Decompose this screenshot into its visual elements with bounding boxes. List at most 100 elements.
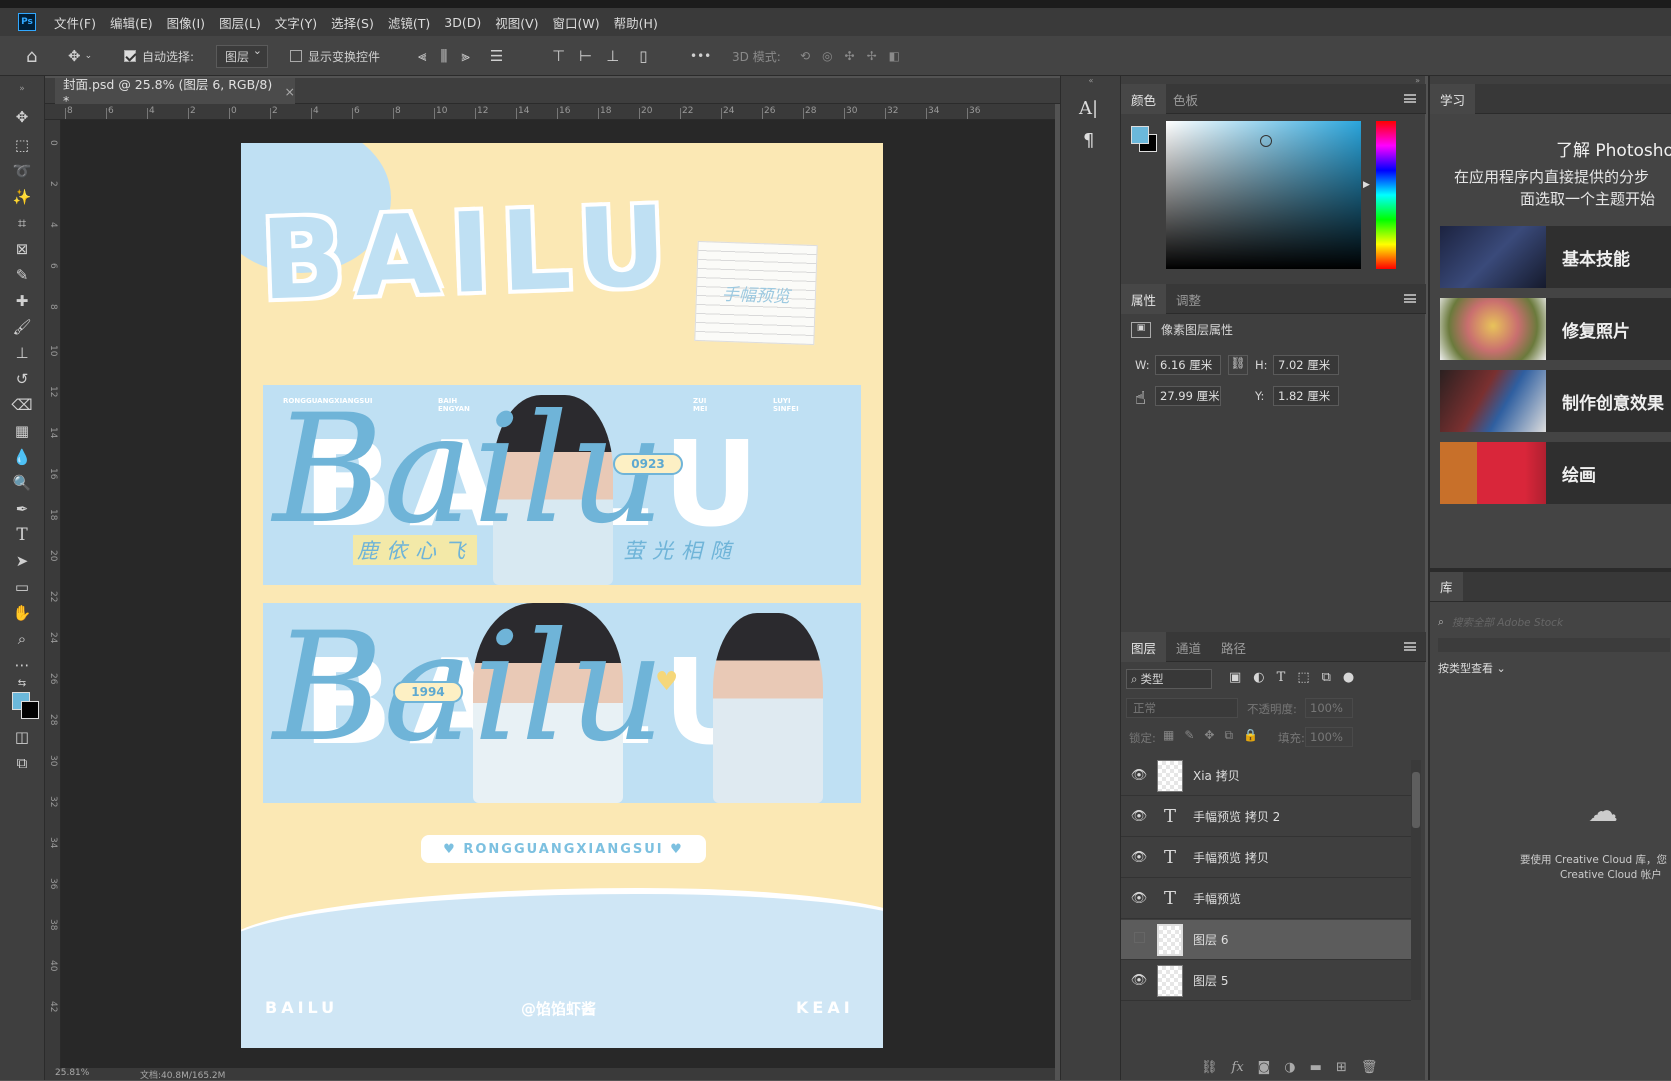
- paragraph-panel-icon[interactable]: ¶: [1083, 130, 1094, 151]
- learn-card-basic-skills[interactable]: 基本技能: [1440, 226, 1671, 288]
- move-tool-icon[interactable]: ✥ ⌄: [68, 36, 92, 76]
- brush-tool-icon[interactable]: 🖌: [9, 316, 35, 338]
- layers-scrollbar[interactable]: [1411, 760, 1421, 1000]
- gradient-tool-icon[interactable]: ▦: [9, 420, 35, 442]
- eye-icon[interactable]: 👁: [1121, 973, 1157, 988]
- library-selector[interactable]: [1438, 638, 1670, 652]
- quick-mask-icon[interactable]: ◫: [9, 726, 35, 748]
- 3d-pan-icon[interactable]: ✣: [845, 49, 855, 63]
- background-color-swatch[interactable]: [21, 701, 39, 719]
- filter-smart-object-icon[interactable]: ⧉: [1322, 670, 1331, 685]
- stamp-tool-icon[interactable]: ⊥: [9, 342, 35, 364]
- lock-transparent-icon[interactable]: ▦: [1163, 728, 1174, 743]
- home-icon[interactable]: ⌂: [26, 36, 37, 76]
- library-search-field[interactable]: ⌕ 搜索全部 Adobe Stock: [1438, 612, 1670, 632]
- menu-window[interactable]: 窗口(W): [553, 13, 600, 32]
- path-selection-tool-icon[interactable]: ➤: [9, 550, 35, 572]
- swap-colors-icon[interactable]: ⇆: [9, 672, 35, 694]
- lock-image-icon[interactable]: ✎: [1184, 728, 1194, 743]
- menu-select[interactable]: 选择(S): [331, 13, 374, 32]
- eye-icon[interactable]: 👁: [1121, 891, 1157, 906]
- x-position-field[interactable]: 27.99 厘米: [1155, 386, 1221, 406]
- new-layer-icon[interactable]: ⊞: [1336, 1060, 1347, 1075]
- crop-tool-icon[interactable]: ⌗: [9, 212, 35, 234]
- zoom-level[interactable]: 25.81%: [55, 1068, 89, 1078]
- pen-tool-icon[interactable]: ✒: [9, 498, 35, 520]
- dodge-tool-icon[interactable]: 🔍: [9, 472, 35, 494]
- document-size[interactable]: 文档:40.8M/165.2M: [140, 1068, 225, 1081]
- layer-style-icon[interactable]: fx: [1232, 1060, 1244, 1075]
- learn-card-fix-photo[interactable]: 修复照片: [1440, 298, 1671, 360]
- eyedropper-tool-icon[interactable]: ✎: [9, 264, 35, 286]
- tab-properties[interactable]: 属性: [1121, 284, 1167, 314]
- menu-image[interactable]: 图像(I): [167, 13, 205, 32]
- auto-select-checkbox[interactable]: 自动选择:: [124, 36, 194, 76]
- history-brush-tool-icon[interactable]: ↺: [9, 368, 35, 390]
- layer-filter-dropdown[interactable]: ⌕ 类型: [1126, 669, 1212, 689]
- tab-paths[interactable]: 路径: [1221, 632, 1246, 662]
- eye-icon[interactable]: 👁: [1121, 809, 1157, 824]
- filter-pixel-icon[interactable]: ▣: [1229, 670, 1241, 685]
- new-group-icon[interactable]: ▬: [1310, 1060, 1322, 1075]
- magic-wand-tool-icon[interactable]: ✨: [9, 186, 35, 208]
- menu-edit[interactable]: 编辑(E): [110, 13, 153, 32]
- layers-scroll-thumb[interactable]: [1412, 772, 1420, 828]
- collapse-dock-icon[interactable]: «: [1061, 76, 1121, 86]
- align-vcenter-icon[interactable]: ⊢: [579, 47, 592, 65]
- width-field[interactable]: 6.16 厘米: [1155, 355, 1221, 375]
- layer-row[interactable]: 👁 T 手幅预览: [1121, 879, 1411, 919]
- filter-type-icon[interactable]: T: [1277, 670, 1286, 685]
- character-panel-icon[interactable]: A|: [1079, 98, 1098, 119]
- 3d-slide-icon[interactable]: ✢: [867, 49, 877, 63]
- menu-layer[interactable]: 图层(L): [219, 13, 261, 32]
- blur-tool-icon[interactable]: 💧: [9, 446, 35, 468]
- document-tab[interactable]: 封面.psd @ 25.8% (图层 6, RGB/8) * ×: [55, 77, 295, 108]
- document-canvas[interactable]: BAILU 手幅预览 RONGGUANGXIANGSUI BAIH ENGYAN…: [241, 143, 883, 1048]
- close-tab-icon[interactable]: ×: [285, 84, 295, 99]
- foreground-color-swatch[interactable]: [1131, 126, 1149, 144]
- eraser-tool-icon[interactable]: ⌫: [9, 394, 35, 416]
- adjustment-layer-icon[interactable]: ◑: [1284, 1060, 1295, 1075]
- fill-field[interactable]: 100%: [1305, 727, 1353, 747]
- y-position-field[interactable]: 1.82 厘米: [1273, 386, 1339, 406]
- menu-type[interactable]: 文字(Y): [275, 13, 317, 32]
- color-panel-menu-icon[interactable]: [1404, 94, 1416, 103]
- view-by-type-dropdown[interactable]: 按类型查看 ⌄: [1438, 660, 1506, 676]
- hue-marker-icon[interactable]: ▶: [1363, 180, 1370, 190]
- auto-select-dropdown[interactable]: 图层: [216, 44, 269, 68]
- lock-all-icon[interactable]: 🔒: [1243, 728, 1258, 743]
- color-field[interactable]: [1166, 121, 1361, 269]
- tab-channels[interactable]: 通道: [1176, 632, 1201, 662]
- align-bottom-icon[interactable]: ⊥: [606, 47, 619, 65]
- lasso-tool-icon[interactable]: ➰: [9, 160, 35, 182]
- filter-toggle-icon[interactable]: ●: [1343, 670, 1354, 685]
- eye-icon[interactable]: 👁: [1121, 768, 1157, 783]
- frame-tool-icon[interactable]: ⊠: [9, 238, 35, 260]
- menu-view[interactable]: 视图(V): [495, 13, 538, 32]
- lock-artboard-icon[interactable]: ⧉: [1224, 728, 1233, 743]
- learn-card-painting[interactable]: 绘画: [1440, 442, 1671, 504]
- align-hcenter-icon[interactable]: ⫼: [440, 47, 447, 65]
- layer-row[interactable]: 👁 T 手幅预览 拷贝 2: [1121, 797, 1411, 837]
- align-right-icon[interactable]: ⫸: [461, 47, 469, 65]
- tab-learn[interactable]: 学习: [1430, 84, 1476, 114]
- type-tool-icon[interactable]: T: [9, 524, 35, 546]
- tab-layers[interactable]: 图层: [1121, 632, 1167, 662]
- link-dimensions-icon[interactable]: ⛓: [1228, 355, 1248, 375]
- collapse-panels-icon[interactable]: »: [1121, 76, 1426, 85]
- height-field[interactable]: 7.02 厘米: [1273, 355, 1339, 375]
- show-transform-checkbox[interactable]: 显示变换控件: [290, 36, 380, 76]
- 3d-roll-icon[interactable]: ◎: [822, 49, 832, 63]
- layer-row[interactable]: 👁 Xia 拷贝: [1121, 756, 1411, 796]
- add-mask-icon[interactable]: ◙: [1258, 1060, 1271, 1075]
- properties-panel-menu-icon[interactable]: [1404, 294, 1416, 303]
- screen-mode-icon[interactable]: ⧉: [9, 752, 35, 774]
- opacity-field[interactable]: 100%: [1305, 698, 1353, 718]
- more-options-button[interactable]: •••: [690, 49, 711, 63]
- menu-3d[interactable]: 3D(D): [444, 15, 481, 30]
- align-left-icon[interactable]: ⫷: [418, 47, 426, 65]
- visibility-toggle-empty[interactable]: [1121, 932, 1157, 947]
- tab-adjustments[interactable]: 调整: [1176, 284, 1201, 314]
- 3d-camera-icon[interactable]: ◧: [889, 49, 900, 63]
- healing-brush-tool-icon[interactable]: ✚: [9, 290, 35, 312]
